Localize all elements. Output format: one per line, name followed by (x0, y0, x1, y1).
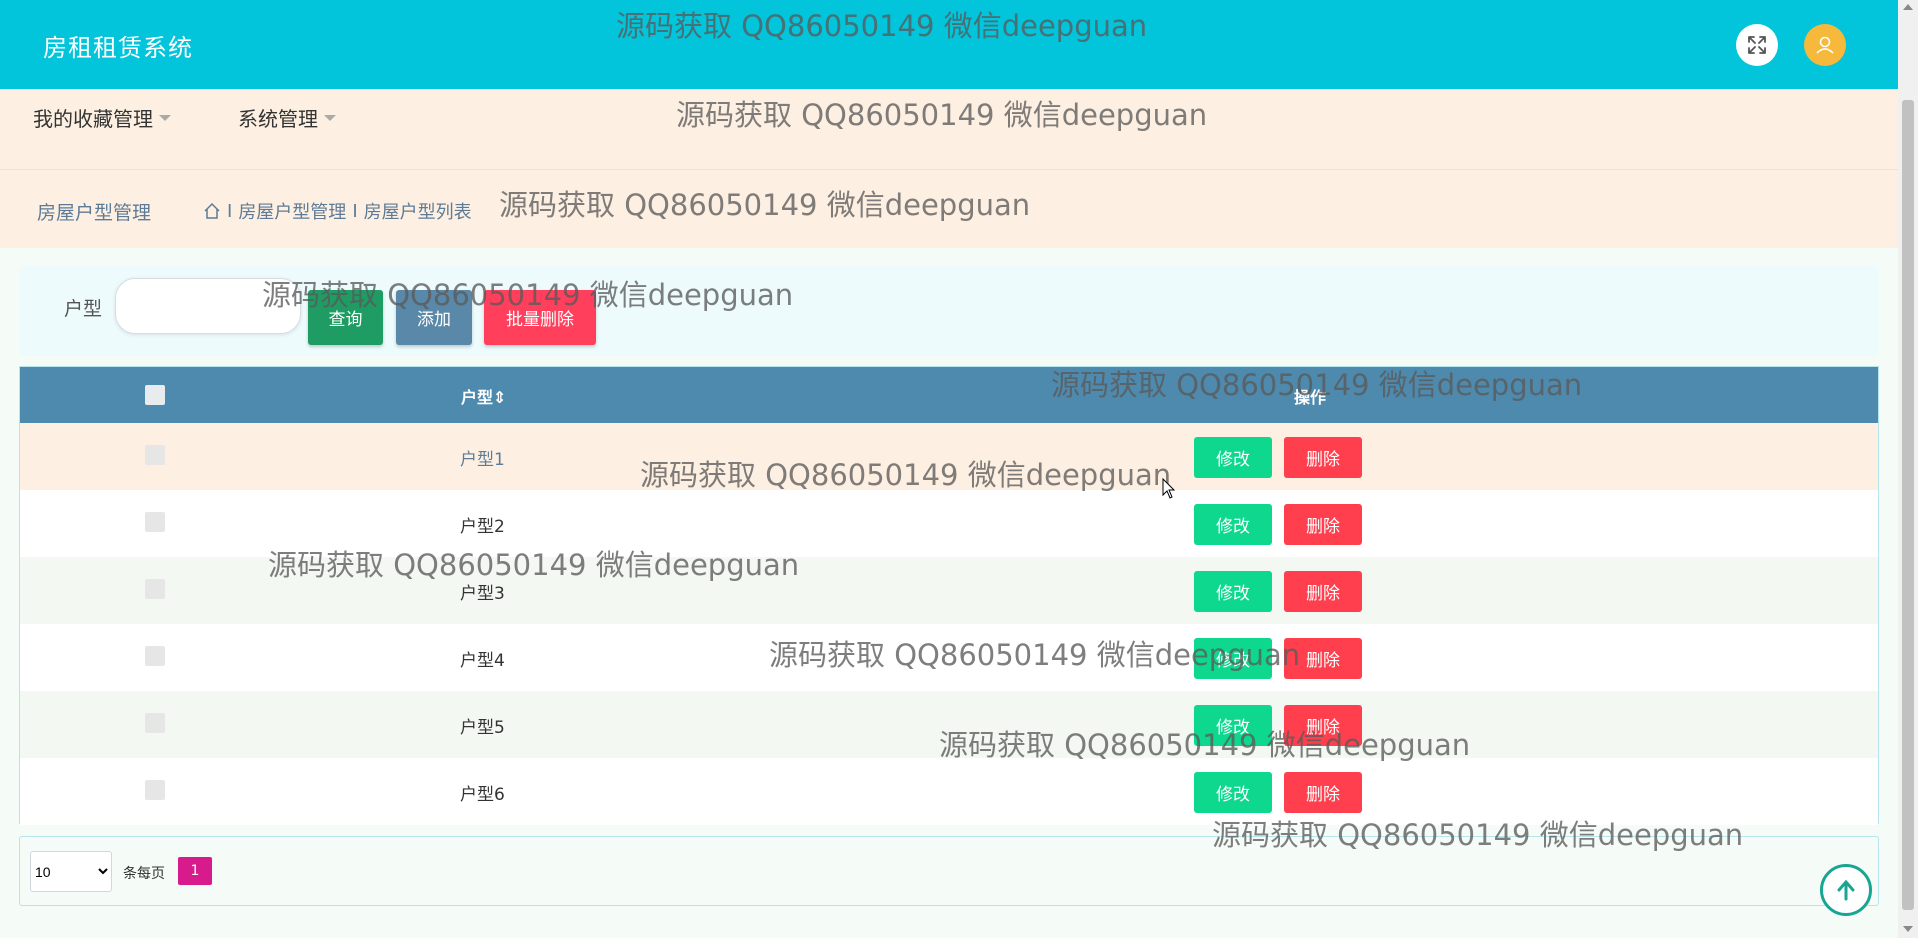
per-page-label: 条每页 (123, 866, 165, 882)
delete-button[interactable]: 删除 (1284, 772, 1362, 813)
data-table: 户型⇕ 操作 户型1 修改 删除 户型2 修改 删除 户型3 修改 删除 户型4 修改 删除 户型5 修改… (19, 366, 1879, 825)
sort-icon: ⇕ (493, 388, 507, 407)
table-row: 户型2 修改 删除 (20, 490, 1878, 557)
table-row: 户型3 修改 删除 (20, 557, 1878, 624)
select-all-checkbox[interactable] (145, 385, 165, 405)
pagination: 10 条每页 1 (19, 836, 1879, 906)
breadcrumb-item[interactable]: 房屋户型管理 (238, 198, 346, 224)
menu-my-favorites[interactable]: 我的收藏管理 (33, 103, 171, 132)
breadcrumb-separator: I (352, 200, 358, 222)
breadcrumb: I 房屋户型管理 I 房屋户型列表 (203, 198, 472, 224)
row-checkbox[interactable] (145, 646, 165, 666)
home-icon[interactable] (203, 202, 221, 220)
delete-button[interactable]: 删除 (1284, 705, 1362, 746)
edit-button[interactable]: 修改 (1194, 437, 1272, 478)
page-size-select[interactable]: 10 (30, 851, 112, 892)
delete-button[interactable]: 删除 (1284, 504, 1362, 545)
table-row: 户型6 修改 删除 (20, 758, 1878, 825)
row-checkbox[interactable] (145, 579, 165, 599)
search-input[interactable] (115, 278, 301, 334)
row-checkbox[interactable] (145, 445, 165, 465)
caret-down-icon (324, 114, 336, 121)
delete-button[interactable]: 删除 (1284, 437, 1362, 478)
edit-button[interactable]: 修改 (1194, 638, 1272, 679)
breadcrumb-separator: I (227, 200, 233, 222)
menu-label: 我的收藏管理 (33, 107, 153, 131)
row-type: 户型5 (460, 718, 505, 738)
mouse-cursor-icon (1162, 478, 1176, 499)
table-header: 户型⇕ 操作 (20, 367, 1878, 423)
breadcrumb-bar: 房屋户型管理 I 房屋户型管理 I 房屋户型列表 (0, 170, 1898, 248)
search-panel: 户型 查询 添加 批量删除 (19, 266, 1879, 356)
avatar-button[interactable] (1804, 24, 1846, 66)
breadcrumb-item: 房屋户型列表 (363, 202, 472, 223)
batch-delete-button[interactable]: 批量删除 (484, 290, 596, 345)
edit-button[interactable]: 修改 (1194, 504, 1272, 545)
edit-button[interactable]: 修改 (1194, 571, 1272, 612)
row-type: 户型3 (460, 584, 505, 604)
expand-icon (1748, 36, 1766, 54)
scroll-up-icon[interactable] (1903, 4, 1913, 10)
menu-system[interactable]: 系统管理 (238, 103, 336, 132)
app-title: 房租租赁系统 (43, 34, 193, 62)
fullscreen-button[interactable] (1736, 24, 1778, 66)
table-row: 户型4 修改 删除 (20, 624, 1878, 691)
edit-button[interactable]: 修改 (1194, 772, 1272, 813)
page-title: 房屋户型管理 (37, 202, 152, 224)
table-row: 户型5 修改 删除 (20, 691, 1878, 758)
page-number-button[interactable]: 1 (178, 857, 212, 885)
column-header-type[interactable]: 户型⇕ (461, 384, 506, 408)
delete-button[interactable]: 删除 (1284, 638, 1362, 679)
table-row: 户型1 修改 删除 (20, 423, 1878, 490)
caret-down-icon (159, 114, 171, 121)
user-icon (1816, 36, 1834, 54)
scroll-down-icon[interactable] (1903, 926, 1913, 932)
edit-button[interactable]: 修改 (1194, 705, 1272, 746)
main-menu: 我的收藏管理 系统管理 (0, 89, 1898, 170)
back-to-top-button[interactable] (1820, 864, 1872, 916)
row-checkbox[interactable] (145, 780, 165, 800)
vertical-scrollbar[interactable] (1898, 0, 1918, 938)
row-type: 户型6 (460, 785, 505, 805)
search-label: 户型 (64, 298, 103, 320)
row-checkbox[interactable] (145, 512, 165, 532)
search-button[interactable]: 查询 (308, 290, 383, 345)
top-header: 房租租赁系统 (0, 0, 1898, 89)
arrow-up-icon (1837, 879, 1855, 901)
delete-button[interactable]: 删除 (1284, 571, 1362, 612)
add-button[interactable]: 添加 (396, 290, 472, 345)
column-title: 户型 (461, 388, 494, 407)
scroll-thumb[interactable] (1902, 100, 1914, 910)
row-checkbox[interactable] (145, 713, 165, 733)
menu-label: 系统管理 (238, 107, 318, 131)
row-type: 户型4 (460, 651, 505, 671)
row-type: 户型1 (460, 450, 505, 470)
column-header-actions: 操作 (1294, 388, 1327, 407)
row-type: 户型2 (460, 517, 505, 537)
